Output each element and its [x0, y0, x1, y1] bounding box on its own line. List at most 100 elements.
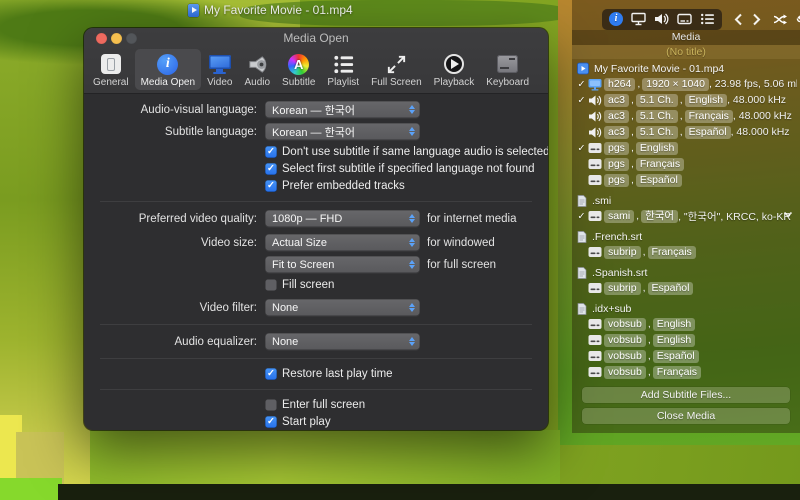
dialog-header: Media Open GeneraliMedia OpenVideoAudioA… [84, 28, 548, 94]
video-track-icon [588, 78, 604, 91]
subtitle-icon[interactable] [677, 12, 692, 26]
track-tag: Español [636, 174, 682, 187]
tab-media-open[interactable]: iMedia Open [135, 49, 201, 90]
popup-stepper-icon [406, 214, 417, 223]
track-row[interactable]: vobsub,Español [575, 348, 797, 364]
media-group-title: .French.srt [592, 231, 642, 243]
chevron-right-icon[interactable] [752, 13, 761, 26]
close-media-button[interactable]: Close Media [582, 408, 790, 424]
media-group-title: .Spanish.srt [592, 267, 647, 279]
video-size-windowed-select[interactable]: Actual Size [265, 234, 420, 251]
track-detail: , "한국어", KRCC, ko-KR [678, 209, 791, 224]
video-filter-select[interactable]: None [265, 299, 420, 316]
add-subtitle-files-button[interactable]: Add Subtitle Files... [582, 387, 790, 403]
file-icon [577, 195, 587, 207]
tab-keyboard[interactable]: Keyboard [480, 49, 535, 90]
track-row[interactable]: ✓sami,한국어, "한국어", KRCC, ko-KR [575, 208, 797, 224]
track-row[interactable]: vobsub,English [575, 316, 797, 332]
repeat-icon[interactable] [795, 13, 800, 26]
track-tag: ac3 [604, 94, 629, 107]
tab-playback[interactable]: Playback [428, 49, 481, 90]
audio-track-icon [588, 110, 604, 123]
minimize-button[interactable] [111, 33, 122, 44]
chevron-left-icon[interactable] [734, 13, 743, 26]
track-row[interactable]: subrip,Español [575, 280, 797, 296]
panel-toolbar: i [572, 0, 800, 30]
media-track-list: My Favorite Movie - 01.mp4✓h264,1920 × 1… [572, 59, 800, 380]
video-quality-select[interactable]: 1080p — FHD [265, 210, 420, 227]
separator [100, 324, 532, 325]
video-size-label: Video size: [100, 237, 257, 249]
track-row[interactable]: ✓h264,1920 × 1040, 23.98 fps, 5.06 mbps [575, 76, 797, 92]
tab-playlist[interactable]: Playlist [321, 49, 365, 90]
close-button[interactable] [96, 33, 107, 44]
track-tag: English [653, 318, 695, 331]
video-size-fullscreen-select[interactable]: Fit to Screen [265, 256, 420, 273]
track-row[interactable]: ✓pgs,English [575, 140, 797, 156]
track-row[interactable]: ac3,5.1 Ch.,Français, 48.000 kHz [575, 108, 797, 124]
track-tag: English [636, 142, 678, 155]
file-icon [577, 267, 587, 279]
info-icon-active[interactable]: i [609, 12, 623, 26]
tab-full-screen[interactable]: Full Screen [365, 49, 428, 90]
display-icon [209, 52, 231, 76]
audio-track-icon [588, 94, 604, 107]
info-icon: i [157, 52, 178, 76]
zoom-button[interactable] [126, 33, 137, 44]
media-group-header: .French.srt [575, 229, 797, 244]
tab-general[interactable]: General [87, 49, 135, 90]
video-size-windowed-row: Video size: Actual Size for windowed [100, 234, 532, 251]
restore-last-play-time-checkbox[interactable]: ✓ [265, 368, 277, 380]
prefer-embedded-row: ✓ Prefer embedded tracks [265, 179, 532, 193]
track-selected-check-icon: ✓ [575, 143, 588, 154]
track-row[interactable]: ac3,5.1 Ch.,Español, 48.000 kHz [575, 124, 797, 140]
general-icon [101, 52, 121, 76]
tab-video[interactable]: Video [201, 49, 238, 90]
track-row[interactable]: pgs,Français [575, 156, 797, 172]
list-icon[interactable] [700, 12, 715, 26]
tab-label: Subtitle [282, 77, 315, 88]
media-info-panel: i Media (No title) My Favorite Movie - 0… [572, 0, 800, 433]
subtitle-language-select[interactable]: Korean — 한국어 [265, 123, 420, 140]
fullscreen-icon [385, 52, 408, 76]
fill-screen-checkbox[interactable] [265, 279, 277, 291]
separator [100, 201, 532, 202]
start-play-row: ✓ Start play [265, 415, 532, 429]
playlist-icon [332, 52, 355, 76]
shuffle-icon[interactable] [773, 13, 788, 26]
tab-subtitle[interactable]: ASubtitle [276, 49, 321, 90]
track-tag: Español [685, 126, 731, 139]
subtitle-track-icon [588, 210, 604, 222]
tab-audio[interactable]: Audio [238, 49, 276, 90]
subtitle-track-icon [588, 350, 604, 362]
preferences-tabbar: GeneraliMedia OpenVideoAudioASubtitlePla… [84, 48, 548, 93]
track-row[interactable]: subrip,Français [575, 244, 797, 260]
track-row[interactable]: ✓ac3,5.1 Ch.,English, 48.000 kHz [575, 92, 797, 108]
av-language-select[interactable]: Korean — 한국어 [265, 101, 420, 118]
movie-file-icon [577, 62, 589, 75]
track-tag: ac3 [604, 110, 629, 123]
start-play-checkbox[interactable]: ✓ [265, 416, 277, 428]
chevron-down-icon[interactable] [783, 211, 793, 218]
video-background-dark-strip [58, 484, 800, 500]
track-row[interactable]: vobsub,Français [575, 364, 797, 380]
track-row[interactable]: vobsub,English [575, 332, 797, 348]
track-tag: vobsub [604, 334, 646, 347]
track-tag: Français [636, 158, 684, 171]
enter-full-screen-checkbox[interactable] [265, 399, 277, 411]
dont-use-subtitle-checkbox[interactable]: ✓ [265, 146, 277, 158]
track-tag: sami [604, 210, 634, 223]
video-quality-label: Preferred video quality: [100, 213, 257, 225]
select-first-subtitle-checkbox[interactable]: ✓ [265, 163, 277, 175]
tab-label: Keyboard [486, 77, 529, 88]
track-row[interactable]: pgs,Español [575, 172, 797, 188]
video-background-bottomleft [0, 478, 62, 500]
prefer-embedded-checkbox[interactable]: ✓ [265, 180, 277, 192]
subtitle-track-icon [588, 318, 604, 330]
display-icon[interactable] [631, 12, 646, 26]
track-tag: 한국어 [641, 210, 678, 223]
speaker-icon[interactable] [654, 12, 669, 26]
track-tag: 5.1 Ch. [636, 94, 678, 107]
audio-equalizer-select[interactable]: None [265, 333, 420, 350]
tab-label: Media Open [141, 77, 195, 88]
